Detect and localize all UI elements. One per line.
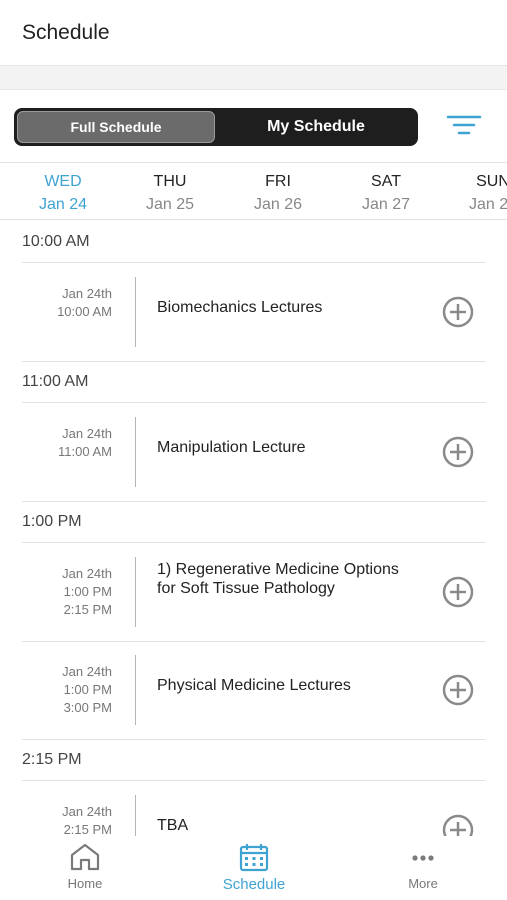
session-meta: Jan 24th 1:00 PM 2:15 PM [22,565,112,619]
filter-button[interactable] [444,112,484,138]
add-to-schedule-button[interactable] [442,814,474,836]
tab-label: Schedule [222,876,286,893]
schedule-segmented-control: Full Schedule My Schedule [14,108,418,146]
divider [22,361,486,362]
header-spacer [0,66,507,90]
day-name: SAT [371,173,401,190]
session-divider [135,417,136,487]
calendar-icon [239,844,269,872]
session-start: 2:15 PM [63,822,112,836]
plus-circle-icon [442,576,474,608]
day-date: Jan 24 [38,196,88,213]
more-dots-icon [412,855,434,861]
plus-circle-icon [442,674,474,706]
session-date: Jan 24th [62,804,112,819]
my-schedule-tab[interactable]: My Schedule [218,111,414,143]
session-title: Physical Medicine Lectures [157,677,351,694]
time-group-header: 2:15 PM [22,751,82,768]
session-date: Jan 24th [62,566,112,581]
bottom-nav: Home Schedule More [0,836,507,900]
time-group-header: 1:00 PM [22,513,82,530]
day-date: Jan 26 [253,196,303,213]
day-tab-sat[interactable]: SAT Jan 27 [341,173,431,214]
time-group-header: 10:00 AM [22,233,90,250]
day-tab-wed[interactable]: WED Jan 24 [18,173,108,214]
day-date: Jan 25 [145,196,195,213]
session-row[interactable]: Jan 24th 10:00 AM Biomechanics Lectures [22,263,486,361]
plus-circle-icon [442,296,474,328]
session-meta: Jan 24th 1:00 PM 3:00 PM [22,663,112,717]
session-meta: Jan 24th 10:00 AM [22,285,112,321]
session-title: Biomechanics Lectures [157,299,323,316]
add-to-schedule-button[interactable] [442,436,474,468]
divider [22,739,486,740]
session-divider [135,557,136,627]
session-date: Jan 24th [62,286,112,301]
session-divider [135,277,136,347]
tab-schedule[interactable]: Schedule [199,842,309,893]
session-start: 1:00 PM [63,584,112,599]
session-row[interactable]: Jan 24th 2:15 PM TBA [22,781,486,836]
session-start: 1:00 PM [63,682,112,697]
session-title: 1) Regenerative Medicine Options for Sof… [157,561,399,597]
session-row[interactable]: Jan 24th 1:00 PM 3:00 PM Physical Medici… [22,641,486,739]
session-title: TBA [157,817,189,834]
day-tab-sun[interactable]: SUN Jan 28 [448,173,507,214]
session-start: 11:00 AM [58,444,112,459]
day-selector: WED Jan 24 THU Jan 25 FRI Jan 26 SAT Jan… [0,162,507,220]
filter-lines-icon [446,115,482,135]
day-name: THU [153,173,187,190]
divider [22,501,486,502]
session-end: 3:00 PM [63,700,112,715]
session-row[interactable]: Jan 24th 11:00 AM Manipulation Lecture [22,403,486,501]
plus-circle-icon [442,814,474,836]
app-bar: Schedule [0,0,507,66]
day-name: WED [44,173,82,190]
tab-label: Home [67,876,103,891]
day-date: Jan 28 [468,196,507,213]
time-group-header: 11:00 AM [22,373,89,390]
add-to-schedule-button[interactable] [442,576,474,608]
add-to-schedule-button[interactable] [442,674,474,706]
day-name: SUN [476,173,507,190]
session-date: Jan 24th [62,426,112,441]
day-tab-thu[interactable]: THU Jan 25 [125,173,215,214]
plus-circle-icon [442,436,474,468]
session-meta: Jan 24th 11:00 AM [22,425,112,461]
session-divider [135,655,136,725]
day-date: Jan 27 [361,196,411,213]
session-meta: Jan 24th 2:15 PM [22,803,112,836]
day-tab-fri[interactable]: FRI Jan 26 [233,173,323,214]
session-row[interactable]: Jan 24th 1:00 PM 2:15 PM 1) Regenerative… [22,543,486,641]
tab-label: More [408,876,438,891]
page-title: Schedule [22,21,110,44]
full-schedule-tab[interactable]: Full Schedule [17,111,215,143]
session-start: 10:00 AM [57,304,112,319]
tab-more[interactable]: More [368,842,478,891]
tab-home[interactable]: Home [30,842,140,891]
day-name: FRI [265,173,291,190]
add-to-schedule-button[interactable] [442,296,474,328]
session-end: 2:15 PM [63,602,112,617]
session-title: Manipulation Lecture [157,439,306,456]
session-divider [135,795,136,836]
session-date: Jan 24th [62,664,112,679]
home-icon [70,843,100,871]
